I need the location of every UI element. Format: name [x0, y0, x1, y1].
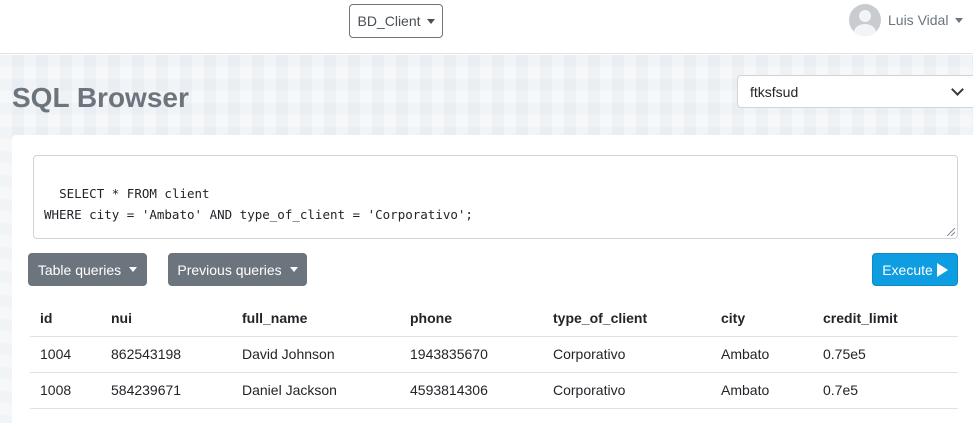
table-cell: 584239671	[101, 372, 232, 409]
previous-queries-label: Previous queries	[177, 261, 282, 278]
table-cell: 862543198	[101, 336, 232, 373]
table-cell: 0.7e5	[813, 372, 958, 409]
results-table: id nui full_name phone type_of_client ci…	[30, 301, 958, 409]
table-cell: 4593814306	[400, 372, 543, 409]
resize-handle-icon[interactable]	[947, 228, 955, 236]
chevron-down-icon	[955, 17, 964, 23]
column-header[interactable]: phone	[400, 301, 543, 337]
column-header[interactable]: id	[30, 301, 101, 337]
execute-button[interactable]: Execute	[872, 253, 958, 286]
top-navbar: BD_Client Luis Vidal	[0, 0, 973, 54]
page-title: SQL Browser	[12, 82, 189, 113]
user-name: Luis Vidal	[888, 12, 949, 28]
chevron-down-icon	[426, 18, 435, 24]
execute-label: Execute	[882, 261, 933, 278]
previous-queries-button[interactable]: Previous queries	[168, 253, 307, 286]
table-header-row: id nui full_name phone type_of_client ci…	[30, 301, 958, 337]
table-queries-label: Table queries	[37, 261, 122, 278]
table-cell: Ambato	[711, 336, 813, 373]
table-cell: 1008	[30, 372, 101, 409]
database-dropdown-label: BD_Client	[357, 13, 421, 29]
avatar	[849, 4, 881, 36]
table-cell: Daniel Jackson	[232, 372, 400, 409]
column-header[interactable]: type_of_client	[543, 301, 711, 337]
chevron-down-icon	[289, 267, 298, 272]
table-cell: Corporativo	[543, 372, 711, 409]
table-cell: 0.75e5	[813, 336, 958, 373]
play-icon	[936, 262, 948, 277]
sql-query-editor[interactable]: SELECT * FROM client WHERE city = 'Ambat…	[33, 155, 958, 239]
table-cell: 1004	[30, 336, 101, 373]
database-dropdown[interactable]: BD_Client	[349, 4, 443, 38]
column-header[interactable]: nui	[101, 301, 232, 337]
table-row: 1008 584239671 Daniel Jackson 4593814306…	[30, 372, 958, 409]
table-cell: Corporativo	[543, 336, 711, 373]
table-cell: David Johnson	[232, 336, 400, 373]
column-header[interactable]: city	[711, 301, 813, 337]
sql-query-text: SELECT * FROM client WHERE city = 'Ambat…	[44, 186, 473, 222]
column-header[interactable]: full_name	[232, 301, 400, 337]
connection-select-value: ftksfsud	[750, 83, 799, 100]
chevron-down-icon	[951, 83, 964, 96]
table-queries-button[interactable]: Table queries	[28, 253, 147, 286]
table-row: 1004 862543198 David Johnson 1943835670 …	[30, 336, 958, 373]
user-menu[interactable]: Luis Vidal	[849, 4, 964, 36]
chevron-down-icon	[129, 267, 138, 272]
table-cell: Ambato	[711, 372, 813, 409]
connection-select[interactable]: ftksfsud	[737, 75, 973, 108]
column-header[interactable]: credit_limit	[813, 301, 958, 337]
table-cell: 1943835670	[400, 336, 543, 373]
